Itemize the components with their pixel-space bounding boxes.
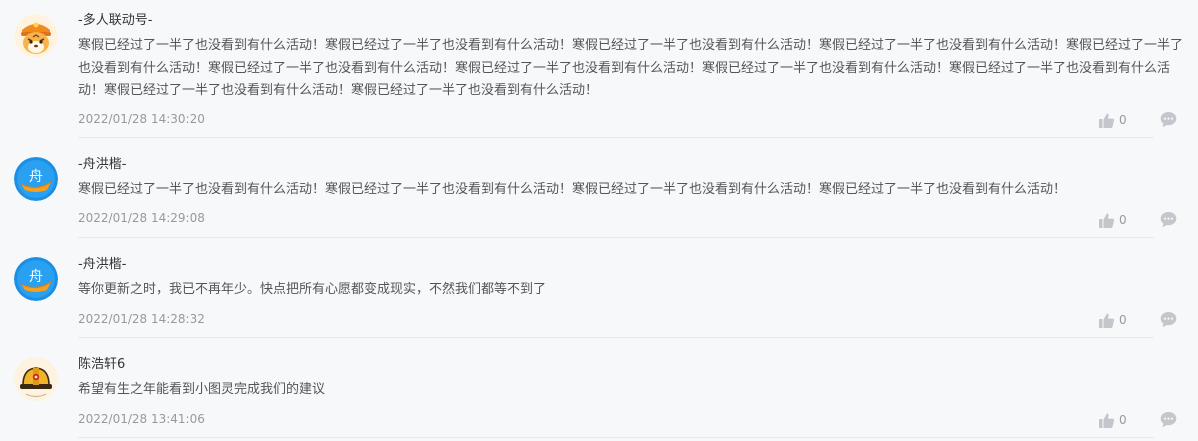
comment-bubble-icon bbox=[1160, 212, 1177, 228]
comment-text: 等你更新之时，我已不再年少。快点把所有心愿都变成现实，不然我们都等不到了 bbox=[78, 282, 547, 297]
divider bbox=[78, 437, 1154, 438]
reply-button[interactable] bbox=[1160, 211, 1177, 228]
thumbs-up-icon bbox=[1099, 113, 1115, 128]
like-button[interactable]: 0 bbox=[1098, 311, 1138, 329]
comment-bubble-icon bbox=[1160, 412, 1177, 428]
thumbs-up-icon bbox=[1099, 213, 1115, 228]
avatar[interactable]: 舟 bbox=[14, 257, 58, 301]
comment-list: -多人联动号- 寒假已经过了一半了也没看到有什么活动！寒假已经过了一半了也没看到… bbox=[0, 0, 1198, 441]
boat-avatar-icon: 舟 bbox=[14, 157, 58, 201]
comment-bubble-icon bbox=[1160, 312, 1177, 328]
comment-timestamp: 2022/01/28 14:28:32 bbox=[78, 312, 205, 326]
reply-button[interactable] bbox=[1160, 311, 1177, 328]
comment-username[interactable]: -多人联动号- bbox=[78, 12, 152, 30]
reply-button[interactable] bbox=[1160, 411, 1177, 428]
avatar-letter: 舟 bbox=[29, 269, 43, 285]
comment-timestamp: 2022/01/28 14:30:20 bbox=[78, 112, 205, 126]
like-button[interactable]: 0 bbox=[1098, 211, 1138, 229]
divider bbox=[78, 337, 1154, 338]
like-count: 0 bbox=[1119, 313, 1127, 327]
divider bbox=[78, 237, 1154, 238]
like-button[interactable]: 0 bbox=[1098, 411, 1138, 429]
like-count: 0 bbox=[1119, 213, 1127, 227]
comment-timestamp: 2022/01/28 13:41:06 bbox=[78, 412, 205, 426]
tiger-avatar-icon bbox=[14, 14, 58, 58]
thumbs-up-icon bbox=[1099, 313, 1115, 328]
like-count: 0 bbox=[1119, 113, 1127, 127]
avatar[interactable] bbox=[14, 357, 58, 401]
comment-text: 希望有生之年能看到小图灵完成我们的建议 bbox=[78, 382, 326, 397]
divider bbox=[78, 137, 1154, 138]
avatar[interactable] bbox=[14, 14, 58, 58]
like-button[interactable]: 0 bbox=[1098, 111, 1138, 129]
avatar[interactable]: 舟 bbox=[14, 157, 58, 201]
comment-username[interactable]: -舟洪楷- bbox=[78, 156, 126, 174]
comment-timestamp: 2022/01/28 14:29:08 bbox=[78, 211, 205, 225]
reply-button[interactable] bbox=[1160, 111, 1177, 128]
like-count: 0 bbox=[1119, 413, 1127, 427]
comment-text: 寒假已经过了一半了也没看到有什么活动！寒假已经过了一半了也没看到有什么活动！寒假… bbox=[78, 182, 1067, 197]
avatar-letter: 舟 bbox=[29, 169, 43, 185]
comment-bubble-icon bbox=[1160, 112, 1177, 128]
comment-text: 寒假已经过了一半了也没看到有什么活动！寒假已经过了一半了也没看到有什么活动！寒假… bbox=[78, 38, 1184, 98]
comment-username[interactable]: -舟洪楷- bbox=[78, 256, 126, 274]
helmet-avatar-icon bbox=[14, 357, 58, 401]
thumbs-up-icon bbox=[1099, 413, 1115, 428]
boat-avatar-icon: 舟 bbox=[14, 257, 58, 301]
comment-username[interactable]: 陈浩轩6 bbox=[78, 356, 125, 374]
